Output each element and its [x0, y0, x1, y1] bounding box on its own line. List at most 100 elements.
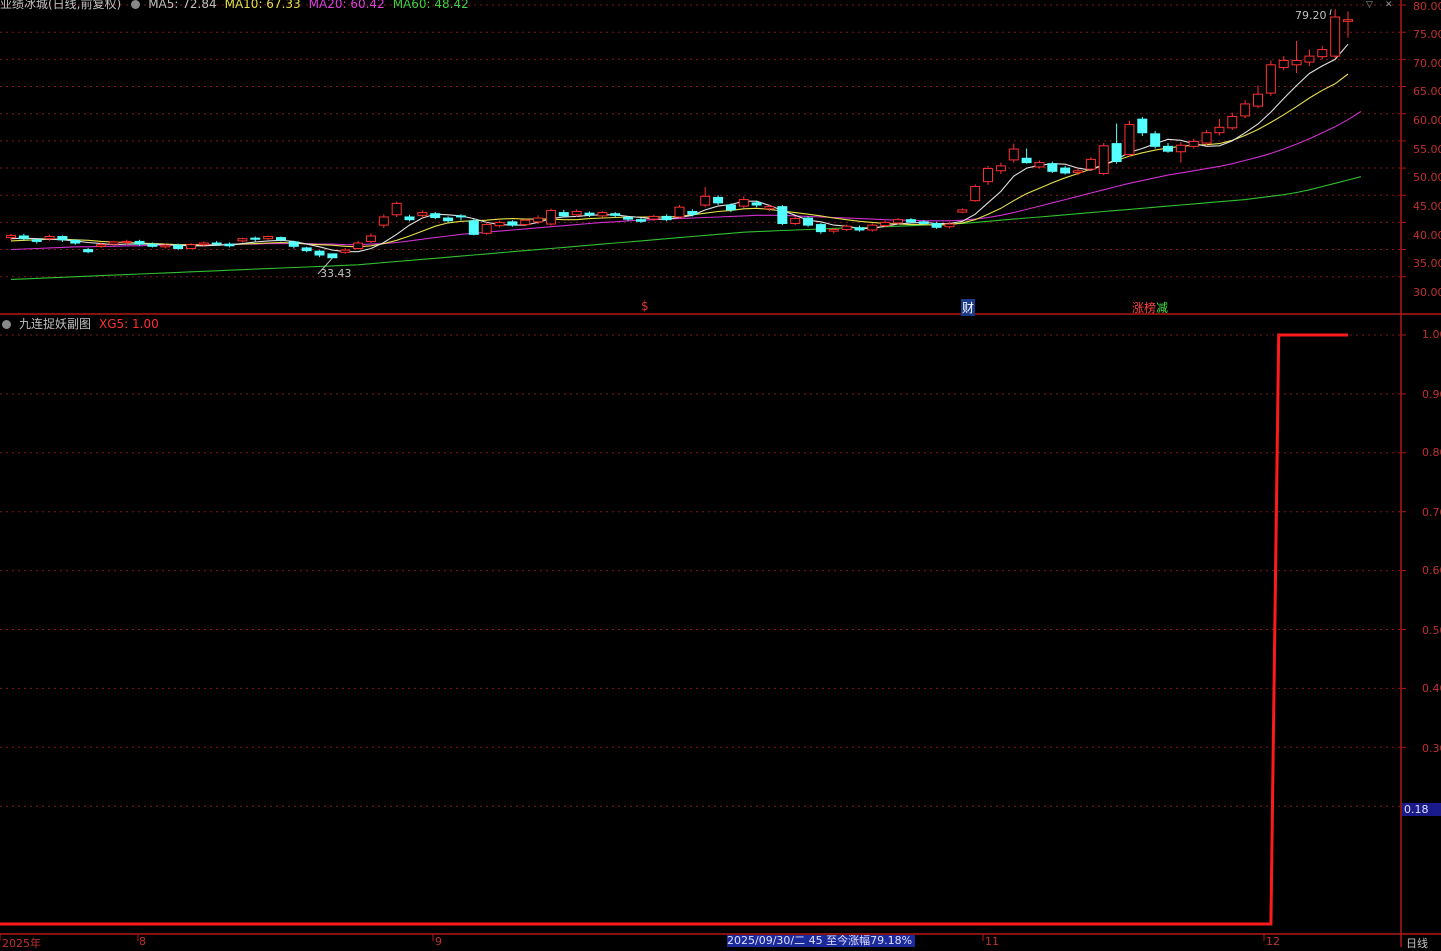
ma60-line — [10, 176, 1362, 280]
candle-up — [880, 221, 891, 227]
candle-up — [738, 199, 749, 207]
ma20-line — [10, 111, 1362, 251]
candle-up — [198, 242, 209, 246]
period-selector[interactable]: 日线 — [1406, 935, 1428, 951]
candle-down — [777, 206, 788, 224]
candle-up — [1201, 132, 1212, 144]
candle-up — [1227, 115, 1238, 129]
candle-up — [1034, 162, 1045, 168]
y-tick: 50.00 — [1413, 171, 1441, 184]
candle-down — [1111, 143, 1122, 163]
candle-down — [70, 239, 81, 244]
candle-up — [160, 244, 171, 248]
candle-down — [224, 243, 235, 247]
tag-dollar[interactable]: $ — [640, 299, 650, 313]
y-tick: 0.80 — [1422, 446, 1441, 459]
y-tick: 1.00 — [1422, 328, 1441, 341]
candle-up — [185, 244, 196, 249]
candle-down — [31, 239, 42, 242]
candle-down — [468, 220, 479, 235]
candle-down — [713, 196, 724, 204]
candle-up — [571, 211, 582, 216]
high-price-marker: 79.20 — [1295, 9, 1327, 22]
candle-up — [95, 244, 106, 247]
candle-down — [507, 221, 518, 226]
y-tick: 80.00 — [1413, 0, 1441, 13]
candle-up — [378, 216, 389, 226]
candle-up — [867, 224, 878, 231]
candle-up — [533, 217, 544, 223]
candle-down — [443, 217, 454, 222]
ma20-label: MA20: 60.42 — [308, 0, 385, 11]
candle-up — [674, 206, 685, 218]
collapse-arrow-icon[interactable]: ▽ — [1366, 0, 1373, 10]
candle-up — [1008, 148, 1019, 161]
candle-down — [83, 249, 94, 253]
candle-up — [263, 236, 274, 240]
high-arrow — [1329, 9, 1332, 16]
candle-up — [353, 242, 364, 249]
candle-up — [957, 209, 968, 213]
candle-up — [764, 206, 775, 210]
settings-dot-icon[interactable] — [2, 320, 11, 329]
date-label: 12 — [1266, 935, 1280, 948]
close-icon[interactable]: ✕ — [1385, 0, 1393, 10]
candle-down — [275, 237, 286, 241]
candle-down — [173, 244, 184, 249]
candle-up — [970, 186, 981, 202]
candle-down — [558, 212, 569, 217]
candle-down — [327, 253, 338, 259]
y-tick: 40.00 — [1413, 229, 1441, 242]
kline-chart-canvas[interactable] — [0, 0, 1441, 947]
date-label: 8 — [139, 935, 146, 948]
candle-up — [1265, 64, 1276, 94]
candle-up — [700, 195, 711, 206]
y-tick: 0.70 — [1422, 506, 1441, 519]
candle-up — [1304, 55, 1315, 63]
candle-down — [134, 240, 145, 245]
low-price-marker: 33.43 — [320, 267, 352, 280]
date-label: 9 — [435, 935, 442, 948]
candle-up — [1240, 103, 1251, 117]
tag-decrease[interactable]: 减 — [1155, 299, 1169, 316]
candle-up — [237, 238, 248, 242]
candle-down — [918, 221, 929, 224]
candle-up — [6, 234, 16, 239]
settings-dot-icon[interactable] — [131, 0, 141, 9]
candle-up — [790, 218, 801, 224]
candle-up — [1291, 59, 1302, 66]
candle-up — [648, 215, 659, 220]
candle-down — [288, 241, 299, 247]
candle-up — [841, 225, 852, 230]
candle-up — [828, 228, 839, 232]
y-tick: 35.00 — [1413, 257, 1441, 270]
candle-up — [597, 212, 608, 217]
sub-legend: 九连捉妖副图 XG5: 1.00 — [0, 315, 167, 332]
candle-up — [481, 224, 492, 234]
candle-up — [1085, 158, 1096, 170]
candle-down — [211, 242, 222, 245]
candle-up — [520, 219, 531, 226]
ma5-label: MA5: 72.84 — [148, 0, 217, 11]
y-tick: 65.00 — [1413, 85, 1441, 98]
candle-down — [314, 250, 325, 256]
tag-finance[interactable]: 财 — [961, 299, 976, 316]
candle-up — [1343, 19, 1353, 22]
y-tick: 30.00 — [1413, 286, 1441, 299]
candle-up — [494, 221, 505, 227]
candle-up — [1253, 93, 1264, 107]
candle-down — [250, 237, 261, 240]
tag-limit-up[interactable]: 涨榜 — [1131, 299, 1157, 316]
candle-down — [301, 247, 312, 252]
main-legend: 业绩冰城(日线,前复权) MA5: 72.84 MA10: 67.33 MA20: 6… — [0, 0, 477, 12]
candle-up — [121, 240, 132, 243]
y-tick: 60.00 — [1413, 114, 1441, 127]
candle-down — [147, 243, 158, 247]
date-label: 2025年 — [2, 937, 41, 950]
candle-down — [1137, 118, 1148, 134]
ma60-label: MA60: 48.42 — [392, 0, 469, 11]
candle-up — [1330, 16, 1341, 57]
y-tick: 0.90 — [1422, 388, 1441, 401]
candle-down — [430, 213, 441, 219]
ma5-line — [10, 43, 1349, 253]
